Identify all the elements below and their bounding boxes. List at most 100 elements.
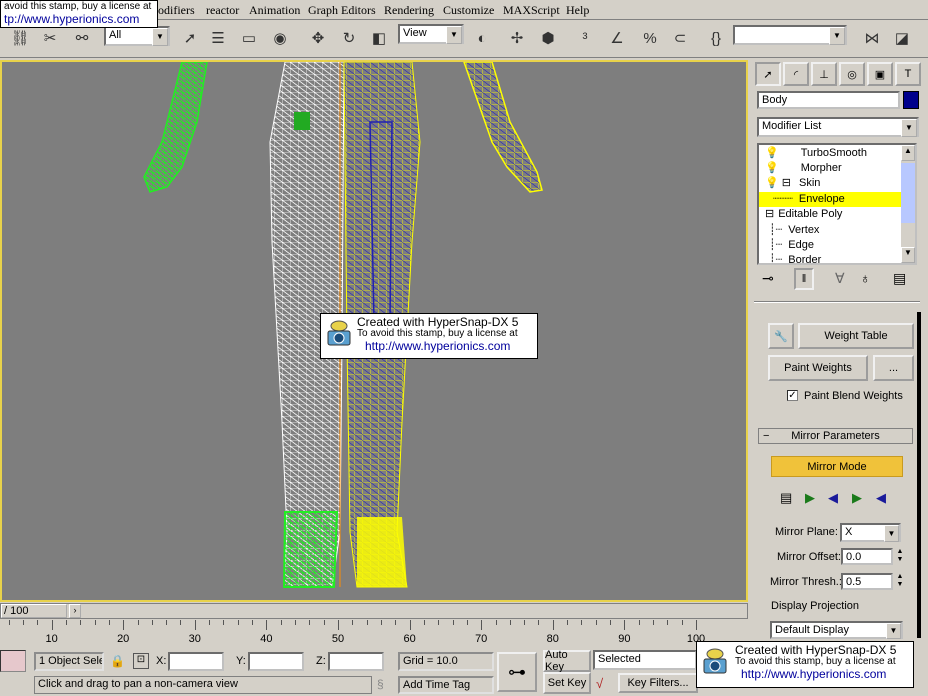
stack-item-vertex[interactable]: ┊┈ Vertex — [759, 223, 911, 238]
stack-item-border[interactable]: ┊┈ Border — [759, 253, 911, 263]
key-curve-icon[interactable]: √ — [596, 676, 603, 691]
mirror-thresh-label: Mirror Thresh.: — [770, 576, 842, 588]
manipulate-icon[interactable]: ✢ — [505, 25, 529, 51]
paste-blue-to-green-bones-icon[interactable]: ◀ — [828, 490, 838, 506]
create-tab-icon[interactable]: ➚ — [755, 62, 781, 86]
key-mode-icon[interactable]: ⊶ — [497, 652, 537, 692]
selection-filter-dropdown[interactable]: All ▼ — [104, 26, 170, 46]
select-by-name-icon[interactable]: ☰ — [206, 25, 230, 51]
make-unique-icon[interactable]: ∀ — [835, 270, 845, 287]
mirror-thresh-spinner[interactable]: ▲ ▼ — [895, 573, 905, 590]
show-end-result-icon[interactable]: ‖ — [794, 268, 814, 290]
stamp-link: tp://www.hyperionics.com — [4, 12, 140, 26]
stack-scrollbar[interactable]: ▲ ▼ — [901, 145, 915, 263]
object-color-swatch[interactable] — [903, 91, 919, 109]
snap-icon[interactable]: ³ — [573, 25, 597, 51]
paint-weights-button[interactable]: Paint Weights — [768, 355, 868, 381]
display-projection-dropdown[interactable]: Default Display ▼ — [770, 621, 903, 639]
track-tick — [338, 620, 339, 630]
perspective-viewport[interactable]: Created with HyperSnap-DX 5 To avoid thi… — [0, 60, 748, 602]
bind-icon[interactable]: ⚯ — [70, 25, 94, 51]
absolute-mode-icon[interactable]: ⊡ — [133, 653, 149, 669]
angle-snap-icon[interactable]: ∠ — [605, 25, 629, 51]
mirror-mode-button[interactable]: Mirror Mode — [771, 456, 903, 477]
rect-select-icon[interactable]: ▭ — [237, 25, 261, 51]
wrench-icon[interactable]: 🔧 — [768, 323, 794, 349]
time-slider-thumb[interactable]: / 100 — [1, 604, 67, 618]
mirror-parameters-rollout[interactable]: − Mirror Parameters — [758, 428, 913, 444]
add-time-tag[interactable]: Add Time Tag — [398, 676, 494, 694]
unlink-icon[interactable]: ✂ — [38, 25, 62, 51]
scroll-up-icon[interactable]: ▲ — [901, 145, 915, 161]
mirror-offset-field[interactable]: 0.0 — [841, 548, 893, 565]
script-icon[interactable]: § — [377, 677, 384, 691]
set-key-button[interactable]: Set Key — [543, 672, 591, 694]
menu-animation[interactable]: Animation — [249, 3, 300, 18]
align-icon[interactable]: ◪ — [890, 25, 914, 51]
rotate-icon[interactable]: ↻ — [337, 25, 361, 51]
weight-table-button[interactable]: Weight Table — [798, 323, 914, 349]
panel-scrollbar[interactable] — [917, 312, 921, 638]
menu-modifiers[interactable]: odifiers — [158, 3, 195, 18]
menu-reactor[interactable]: reactor — [206, 3, 239, 18]
link-icon[interactable]: ⛓ — [8, 25, 32, 51]
spinner-snap-icon[interactable]: ⊂ — [668, 25, 692, 51]
scroll-thumb[interactable] — [901, 163, 915, 223]
next-frame-icon[interactable]: › — [69, 604, 81, 618]
named-selection-icon[interactable]: {} — [704, 25, 728, 51]
mirror-thresh-field[interactable]: 0.5 — [841, 573, 893, 590]
modifier-list-dropdown[interactable]: Modifier List ▼ — [757, 117, 919, 137]
modifier-stack[interactable]: 💡 TurboSmooth 💡 Morpher 💡 ⊟ Skin ┈┈┈ Envelop… — [757, 143, 917, 265]
stack-item-morpher[interactable]: 💡 Morpher — [759, 161, 907, 176]
time-slider[interactable]: / 100 › — [0, 603, 748, 619]
key-filters-button[interactable]: Key Filters... — [618, 673, 698, 693]
menu-graph-editors[interactable]: Graph Editors — [308, 3, 376, 18]
select-icon[interactable]: ➚ — [178, 25, 202, 51]
mirror-icon[interactable]: ⋈ — [860, 25, 884, 51]
window-crossing-icon[interactable]: ◉ — [268, 25, 292, 51]
mirror-paste-icon[interactable]: ▤ — [780, 490, 792, 506]
menu-rendering[interactable]: Rendering — [384, 3, 434, 18]
modify-tab-icon[interactable]: ◜ — [783, 62, 809, 86]
stack-item-envelope[interactable]: ┈┈┈ Envelope — [759, 192, 915, 207]
paint-blend-checkbox[interactable]: ✓ — [787, 390, 798, 401]
stack-item-turbosmooth[interactable]: 💡 TurboSmooth — [759, 146, 907, 161]
pin-stack-icon[interactable]: ⊸ — [762, 270, 774, 287]
maxscript-listener[interactable] — [0, 650, 26, 672]
reference-coord-dropdown[interactable]: View ▼ — [398, 24, 464, 44]
lock-icon[interactable]: 🔒 — [110, 654, 125, 668]
stack-item-editable-poly[interactable]: ⊟ Editable Poly — [759, 207, 907, 222]
x-coordinate-field[interactable] — [168, 652, 224, 671]
percent-snap-icon[interactable]: % — [638, 25, 662, 51]
scale-icon[interactable]: ◧ — [367, 25, 391, 51]
paste-green-to-blue-bones-icon[interactable]: ▶ — [805, 490, 815, 506]
paste-green-to-blue-verts-icon[interactable]: ▶ — [852, 490, 862, 506]
display-tab-icon[interactable]: ▣ — [867, 62, 893, 86]
hierarchy-tab-icon[interactable]: ⊥ — [811, 62, 837, 86]
key-selection-dropdown[interactable]: Selected — [593, 650, 697, 670]
remove-modifier-icon[interactable]: ♁ — [860, 270, 871, 286]
z-coordinate-field[interactable] — [328, 652, 384, 671]
mirror-offset-spinner[interactable]: ▲ ▼ — [895, 548, 905, 565]
auto-key-button[interactable]: Auto Key — [543, 649, 591, 673]
named-selection-dropdown[interactable]: ▼ — [733, 25, 847, 45]
camera-icon — [703, 648, 727, 674]
utilities-tab-icon[interactable]: T — [895, 62, 921, 86]
motion-tab-icon[interactable]: ◎ — [839, 62, 865, 86]
object-name-field[interactable]: Body — [757, 91, 900, 109]
mirror-plane-dropdown[interactable]: X ▼ — [840, 523, 901, 542]
paste-blue-to-green-verts-icon[interactable]: ◀ — [876, 490, 886, 506]
configure-sets-icon[interactable]: ▤ — [893, 270, 906, 287]
move-icon[interactable]: ✥ — [306, 25, 330, 51]
pivot-icon[interactable]: ◐ — [470, 25, 494, 51]
track-bar[interactable]: 10 20 30 40 50 60 70 80 90 100 — [0, 620, 748, 646]
menu-help[interactable]: Help — [566, 3, 589, 18]
keyboard-shortcut-icon[interactable]: ⬢ — [536, 25, 560, 51]
scroll-down-icon[interactable]: ▼ — [901, 247, 915, 263]
paint-options-button[interactable]: ... — [873, 355, 914, 381]
menu-customize[interactable]: Customize — [443, 3, 494, 18]
stack-item-edge[interactable]: ┊┈ Edge — [759, 238, 911, 253]
menu-maxscript[interactable]: MAXScript — [503, 3, 560, 18]
y-coordinate-field[interactable] — [248, 652, 304, 671]
stack-item-skin[interactable]: 💡 ⊟ Skin — [759, 176, 907, 191]
